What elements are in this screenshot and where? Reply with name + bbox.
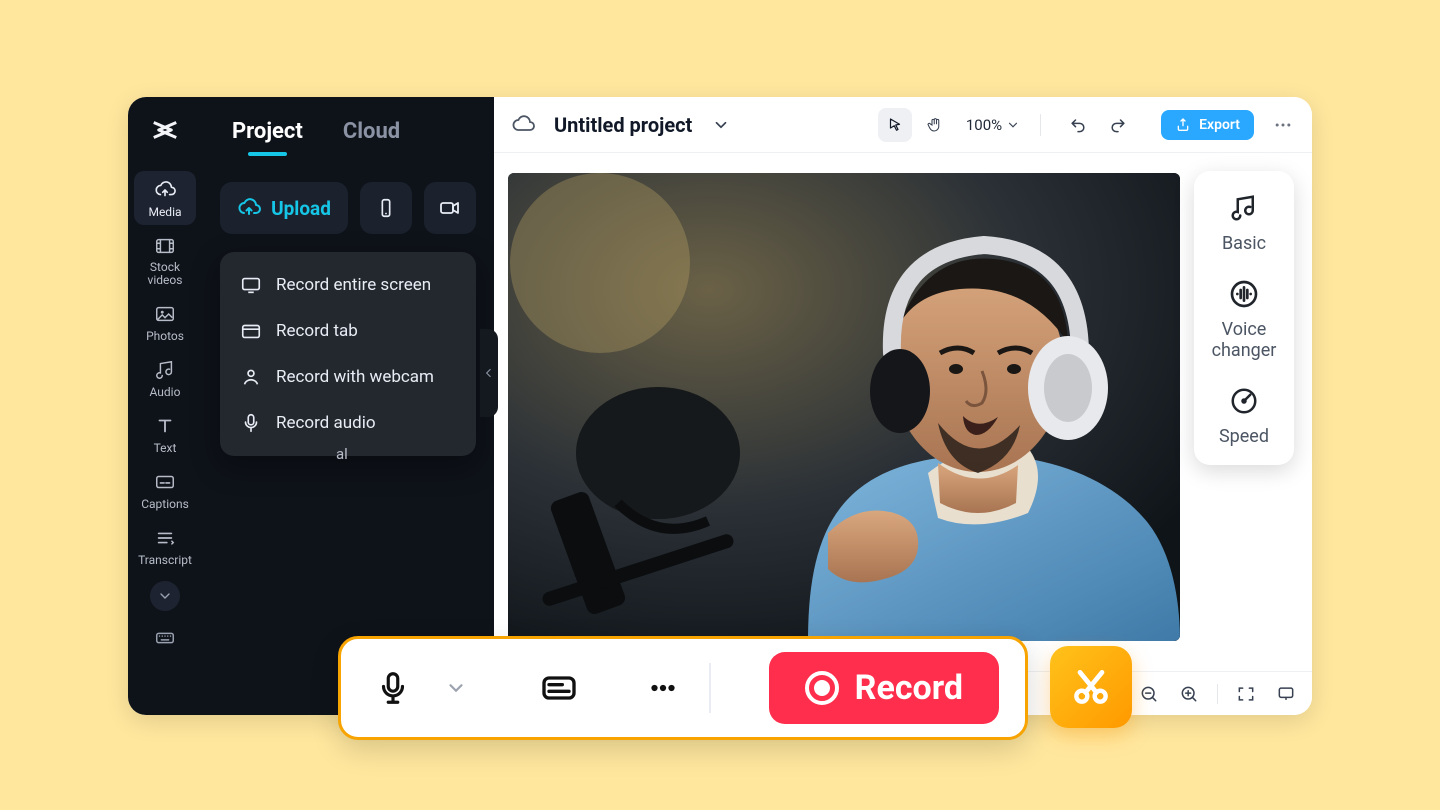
cloud-upload-icon	[154, 179, 176, 201]
cloud-upload-icon	[237, 196, 261, 220]
app-window: Media Stock videos Photos Audio	[128, 97, 1312, 715]
export-label: Export	[1199, 117, 1240, 133]
topbar: Untitled project 100%	[494, 97, 1312, 153]
right-tool-card: Basic Voice changer Speed	[1194, 171, 1294, 465]
record-entire-screen[interactable]: Record entire screen	[220, 262, 476, 308]
rail-item-audio[interactable]: Audio	[134, 351, 196, 405]
fullscreen-button[interactable]	[1234, 682, 1258, 706]
undo-button[interactable]	[1061, 108, 1095, 142]
mic-options-dropdown[interactable]	[445, 677, 467, 699]
export-button[interactable]: Export	[1161, 110, 1254, 140]
tool-label: Speed	[1219, 426, 1269, 448]
monitor-icon	[240, 274, 262, 296]
present-button[interactable]	[1274, 682, 1298, 706]
record-indicator-icon	[805, 671, 839, 705]
more-menu-button[interactable]	[1268, 110, 1298, 140]
rail-collapse-toggle[interactable]	[150, 581, 180, 611]
video-camera-icon	[438, 196, 462, 220]
voice-wave-icon	[1227, 277, 1261, 311]
tool-label: Voice changer	[1200, 319, 1288, 362]
record-tab[interactable]: Record tab	[220, 308, 476, 354]
rail-item-media[interactable]: Media	[134, 171, 196, 225]
mobile-import-button[interactable]	[360, 182, 412, 234]
media-shelf-hint: al	[336, 445, 348, 463]
dd-label: Record tab	[276, 321, 358, 341]
upload-label: Upload	[271, 197, 331, 220]
filmstrip-icon	[154, 235, 176, 257]
rail-item-captions[interactable]: Captions	[134, 463, 196, 517]
dd-label: Record entire screen	[276, 275, 431, 295]
image-icon	[154, 303, 176, 325]
tool-voice-changer[interactable]: Voice changer	[1200, 277, 1288, 362]
captions-icon	[154, 471, 176, 493]
zoom-dropdown[interactable]: 100%	[966, 116, 1020, 134]
microphone-icon	[240, 412, 262, 434]
dd-label: Record with webcam	[276, 367, 434, 387]
hand-tool[interactable]	[918, 108, 952, 142]
video-preview[interactable]	[508, 173, 1180, 641]
rail-label: Photos	[146, 329, 184, 343]
music-note-icon	[154, 359, 176, 381]
project-panel: Project Cloud Upload	[202, 97, 494, 715]
editor-main: Untitled project 100%	[494, 97, 1312, 715]
record-audio[interactable]: Record audio	[220, 400, 476, 446]
upload-button[interactable]: Upload	[220, 182, 348, 234]
text-t-icon	[154, 415, 176, 437]
record-more-options[interactable]	[643, 668, 683, 708]
tool-speed[interactable]: Speed	[1219, 384, 1269, 448]
tool-basic[interactable]: Basic	[1222, 191, 1266, 255]
pointer-tool-group: 100% Export	[878, 108, 1298, 142]
tab-cloud[interactable]: Cloud	[343, 119, 400, 144]
person-icon	[240, 366, 262, 388]
cut-tool-button[interactable]	[1050, 646, 1132, 728]
music-note-icon	[1227, 191, 1261, 225]
zoom-value: 100%	[966, 116, 1002, 134]
cursor-tool[interactable]	[878, 108, 912, 142]
zoom-in-button[interactable]	[1177, 682, 1201, 706]
cloud-status-icon[interactable]	[508, 110, 538, 140]
rail-label: Captions	[141, 497, 189, 511]
rail-label: Media	[148, 205, 181, 219]
tool-label: Basic	[1222, 233, 1266, 255]
record-bar: Record	[338, 636, 1028, 740]
rail-item-stock-videos[interactable]: Stock videos	[134, 227, 196, 293]
record-bar-divider	[709, 663, 711, 713]
export-icon	[1175, 117, 1191, 133]
left-nav-rail: Media Stock videos Photos Audio	[128, 97, 202, 715]
record-button[interactable]: Record	[769, 652, 999, 724]
rail-item-photos[interactable]: Photos	[134, 295, 196, 349]
record-label: Record	[855, 668, 963, 708]
rail-item-text[interactable]: Text	[134, 407, 196, 461]
record-menu-button[interactable]	[424, 182, 476, 234]
keyboard-icon[interactable]	[154, 627, 176, 649]
canvas-area	[494, 153, 1312, 671]
smartphone-icon	[375, 197, 397, 219]
tab-project[interactable]: Project	[232, 119, 303, 144]
rail-label: Text	[154, 441, 177, 455]
transcript-icon	[154, 527, 176, 549]
dd-label: Record audio	[276, 413, 376, 433]
captions-toggle[interactable]	[537, 670, 581, 706]
record-dropdown: Record entire screen Record tab Record w…	[220, 252, 476, 456]
gauge-icon	[1227, 384, 1261, 418]
rail-label: Audio	[150, 385, 181, 399]
rail-label: Stock videos	[134, 261, 196, 287]
microphone-icon[interactable]	[367, 662, 419, 714]
record-with-webcam[interactable]: Record with webcam	[220, 354, 476, 400]
rail-item-transcript[interactable]: Transcript	[134, 519, 196, 573]
redo-button[interactable]	[1101, 108, 1135, 142]
rail-label: Transcript	[138, 553, 192, 567]
browser-tab-icon	[240, 320, 262, 342]
project-title-dropdown[interactable]	[706, 110, 736, 140]
panel-tabs: Project Cloud	[214, 97, 482, 156]
project-title[interactable]: Untitled project	[554, 113, 692, 137]
panel-collapse-handle[interactable]	[480, 329, 498, 417]
app-logo-icon	[148, 113, 182, 147]
zoom-out-button[interactable]	[1137, 682, 1161, 706]
toolbar-divider	[1040, 114, 1041, 136]
